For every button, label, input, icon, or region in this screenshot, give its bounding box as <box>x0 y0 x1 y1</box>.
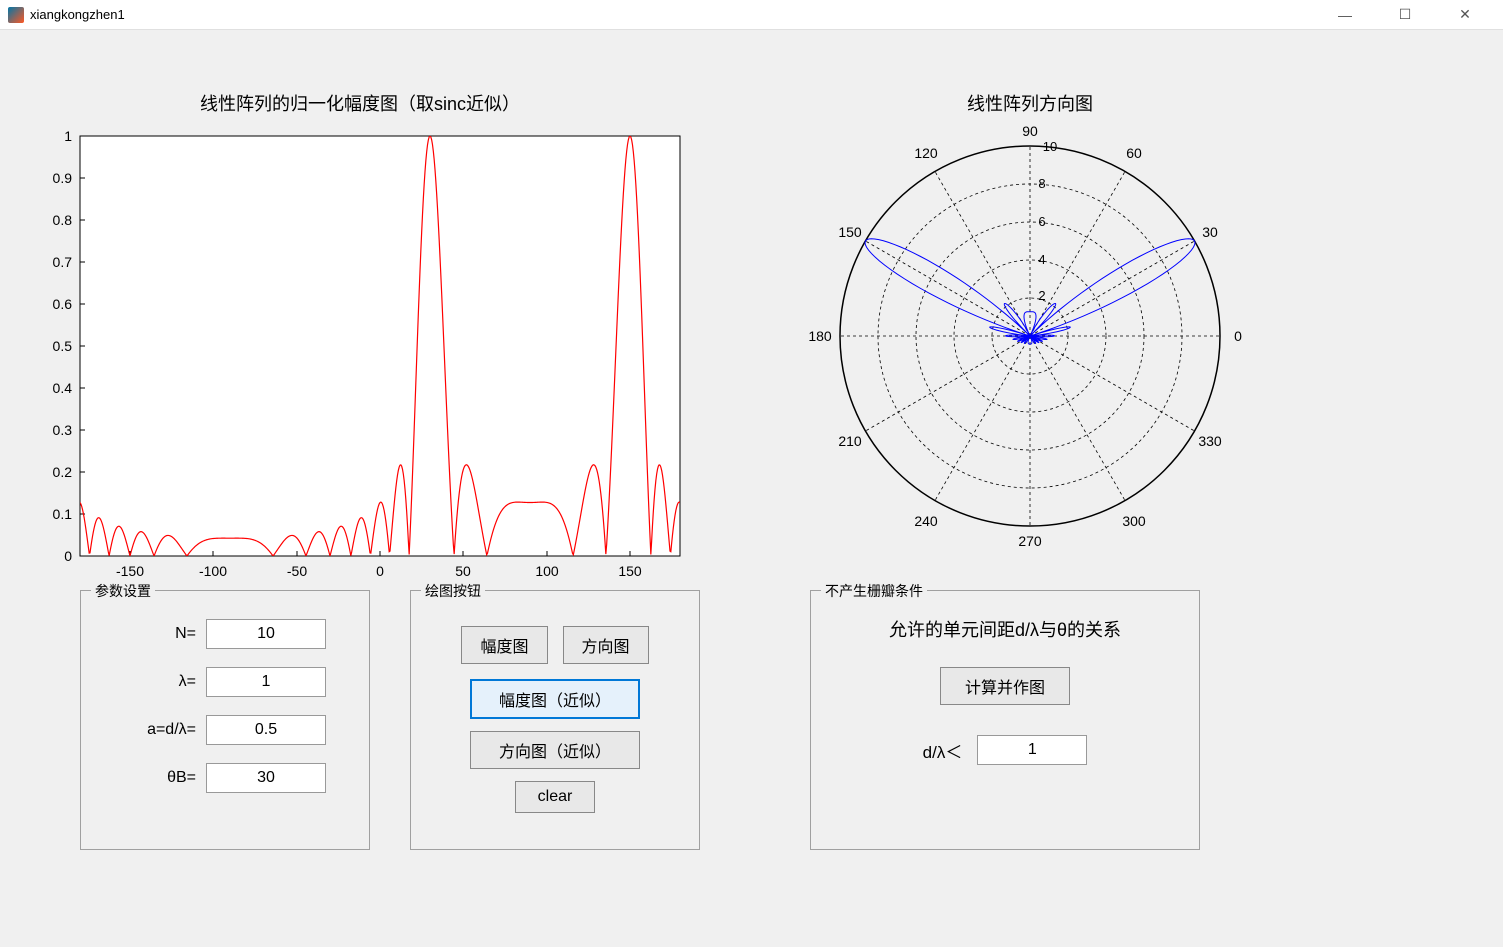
a-input[interactable] <box>206 715 326 745</box>
ytick-label: 0.9 <box>53 170 73 186</box>
angle-label: 210 <box>838 433 862 449</box>
maximize-button[interactable]: ☐ <box>1385 5 1425 25</box>
polar-chart[interactable]: 0 30 60 90 120 150 180 210 240 270 300 3… <box>790 126 1270 566</box>
angle-label: 120 <box>914 145 938 161</box>
angle-label: 240 <box>914 513 938 529</box>
lambda-label: λ= <box>96 673 196 691</box>
angle-label: 60 <box>1126 145 1142 161</box>
params-panel-title: 参数设置 <box>91 581 155 601</box>
xtick-label: -100 <box>199 563 227 576</box>
angle-label: 180 <box>808 328 832 344</box>
radial-label: 6 <box>1038 214 1045 229</box>
amplitude-button[interactable]: 幅度图 <box>461 626 547 664</box>
grating-panel-title: 不产生栅瓣条件 <box>821 581 927 601</box>
clear-button[interactable]: clear <box>515 781 595 813</box>
ytick-label: 0.7 <box>53 254 73 270</box>
window-controls: — ☐ ✕ <box>1325 5 1485 25</box>
xtick-label: 150 <box>618 563 642 576</box>
angle-label: 300 <box>1122 513 1146 529</box>
app-window: xiangkongzhen1 — ☐ ✕ 线性阵列的归一化幅度图（取sinc近似… <box>0 0 1503 947</box>
n-input[interactable] <box>206 619 326 649</box>
line-chart-title: 线性阵列的归一化幅度图（取sinc近似） <box>30 90 690 116</box>
minimize-button[interactable]: — <box>1325 5 1365 25</box>
theta-input[interactable] <box>206 763 326 793</box>
ytick-label: 0.4 <box>53 380 73 396</box>
ytick-label: 0.5 <box>53 338 73 354</box>
grating-description: 允许的单元间距d/λ与θ的关系 <box>821 616 1189 642</box>
direction-approx-button[interactable]: 方向图（近似） <box>470 731 640 769</box>
amplitude-approx-button[interactable]: 幅度图（近似） <box>470 679 640 719</box>
ytick-label: 0.3 <box>53 422 73 438</box>
ytick-label: 0.6 <box>53 296 73 312</box>
calc-button[interactable]: 计算并作图 <box>940 667 1070 705</box>
figure-area: 线性阵列的归一化幅度图（取sinc近似） 0 0.1 0.2 0.3 0.4 0… <box>0 30 1503 947</box>
polar-chart-container: 线性阵列方向图 <box>790 90 1270 550</box>
plot-panel-title: 绘图按钮 <box>421 581 485 601</box>
xtick-label: 50 <box>455 563 471 576</box>
radial-label: 2 <box>1038 288 1045 303</box>
close-button[interactable]: ✕ <box>1445 5 1485 25</box>
angle-label: 0 <box>1234 328 1242 344</box>
xtick-label: -150 <box>116 563 144 576</box>
radial-label: 4 <box>1038 252 1045 267</box>
params-panel: 参数设置 N= λ= a=d/λ= θB= <box>80 590 370 850</box>
titlebar: xiangkongzhen1 — ☐ ✕ <box>0 0 1503 30</box>
theta-label: θB= <box>96 769 196 787</box>
grating-panel: 不产生栅瓣条件 允许的单元间距d/λ与θ的关系 计算并作图 d/λ＜ 1 <box>810 590 1200 850</box>
ytick-label: 0.2 <box>53 464 73 480</box>
ytick-label: 0 <box>64 548 72 564</box>
a-label: a=d/λ= <box>96 721 196 739</box>
xtick-label: 0 <box>376 563 384 576</box>
angle-label: 90 <box>1022 126 1038 139</box>
window-title: xiangkongzhen1 <box>30 7 1325 22</box>
direction-button[interactable]: 方向图 <box>563 626 649 664</box>
polar-chart-title: 线性阵列方向图 <box>790 90 1270 116</box>
xtick-label: 100 <box>535 563 559 576</box>
angle-label: 270 <box>1018 533 1042 549</box>
ytick-label: 1 <box>64 128 72 144</box>
lambda-input[interactable] <box>206 667 326 697</box>
line-chart[interactable]: 0 0.1 0.2 0.3 0.4 0.5 0.6 0.7 0.8 0.9 1 <box>30 126 690 576</box>
plot-panel: 绘图按钮 幅度图 方向图 幅度图（近似） 方向图（近似） clear <box>410 590 700 850</box>
ytick-label: 0.8 <box>53 212 73 228</box>
radial-label: 8 <box>1038 176 1045 191</box>
angle-label: 330 <box>1198 433 1222 449</box>
line-chart-container: 线性阵列的归一化幅度图（取sinc近似） 0 0.1 0.2 0.3 0.4 0… <box>30 90 690 560</box>
radial-label: 10 <box>1043 139 1057 154</box>
angle-label: 30 <box>1202 224 1218 240</box>
ytick-label: 0.1 <box>53 506 73 522</box>
result-label: d/λ＜ <box>923 738 963 763</box>
xtick-label: -50 <box>287 563 307 576</box>
n-label: N= <box>96 625 196 643</box>
app-icon <box>8 7 24 23</box>
angle-label: 150 <box>838 224 862 240</box>
result-value: 1 <box>977 735 1087 765</box>
